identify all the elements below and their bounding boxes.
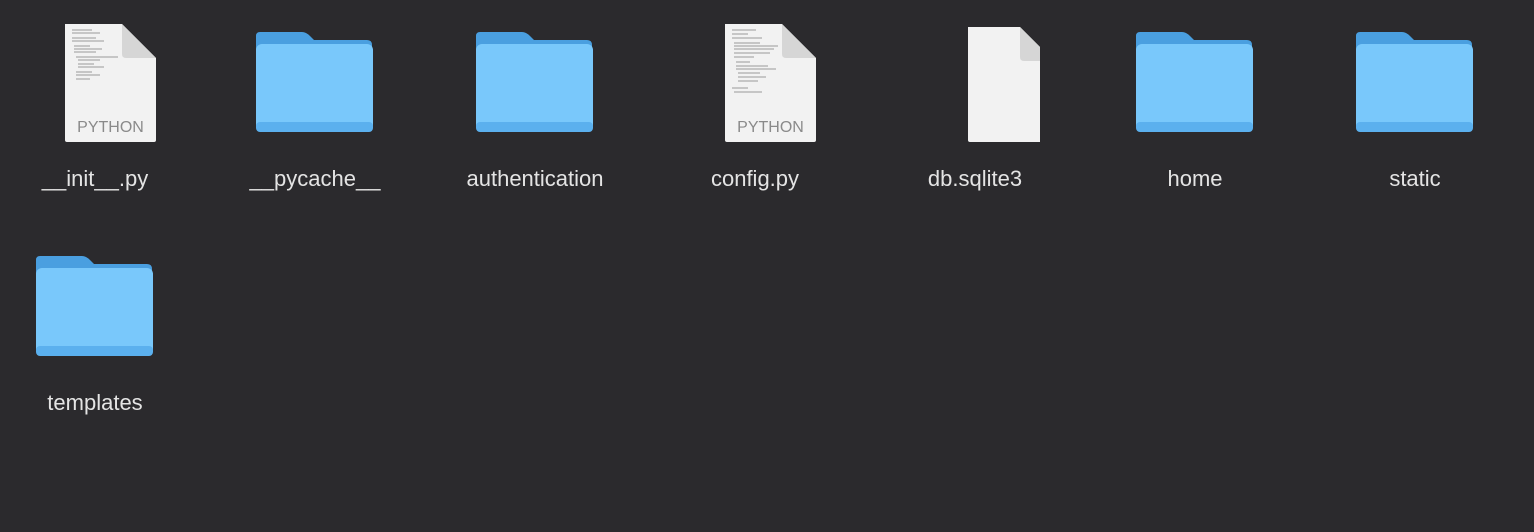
folder-item-templates[interactable]: templates bbox=[0, 246, 195, 446]
folder-name-label: authentication bbox=[466, 166, 604, 191]
folder-icon bbox=[1130, 22, 1260, 152]
folder-icon bbox=[1350, 22, 1480, 152]
file-name-label: db.sqlite3 bbox=[927, 166, 1023, 191]
file-item-config-py[interactable]: PYTHON config.py bbox=[655, 22, 855, 222]
folder-icon bbox=[470, 22, 600, 152]
python-file-icon: PYTHON bbox=[690, 22, 820, 152]
folder-icon bbox=[30, 246, 160, 376]
file-name-label: __init__.py bbox=[41, 166, 149, 191]
folder-name-label: home bbox=[1167, 166, 1223, 191]
document-icon bbox=[910, 22, 1040, 152]
file-item-init-py[interactable]: PYTHON __init__.py bbox=[0, 22, 195, 222]
folder-name-label: __pycache__ bbox=[249, 166, 381, 191]
folder-item-pycache[interactable]: __pycache__ bbox=[215, 22, 415, 222]
file-item-db-sqlite3[interactable]: db.sqlite3 bbox=[875, 22, 1075, 222]
folder-item-static[interactable]: static bbox=[1315, 22, 1515, 222]
folder-item-home[interactable]: home bbox=[1095, 22, 1295, 222]
folder-name-label: static bbox=[1389, 166, 1441, 191]
file-type-badge: PYTHON bbox=[737, 119, 804, 136]
file-type-badge: PYTHON bbox=[77, 119, 144, 136]
folder-icon bbox=[250, 22, 380, 152]
finder-icon-grid: PYTHON __init__.py __pycache__ authentic… bbox=[0, 0, 1534, 532]
folder-item-authentication[interactable]: authentication bbox=[435, 22, 635, 222]
folder-name-label: templates bbox=[47, 390, 143, 415]
python-file-icon: PYTHON bbox=[30, 22, 160, 152]
file-name-label: config.py bbox=[710, 166, 800, 191]
